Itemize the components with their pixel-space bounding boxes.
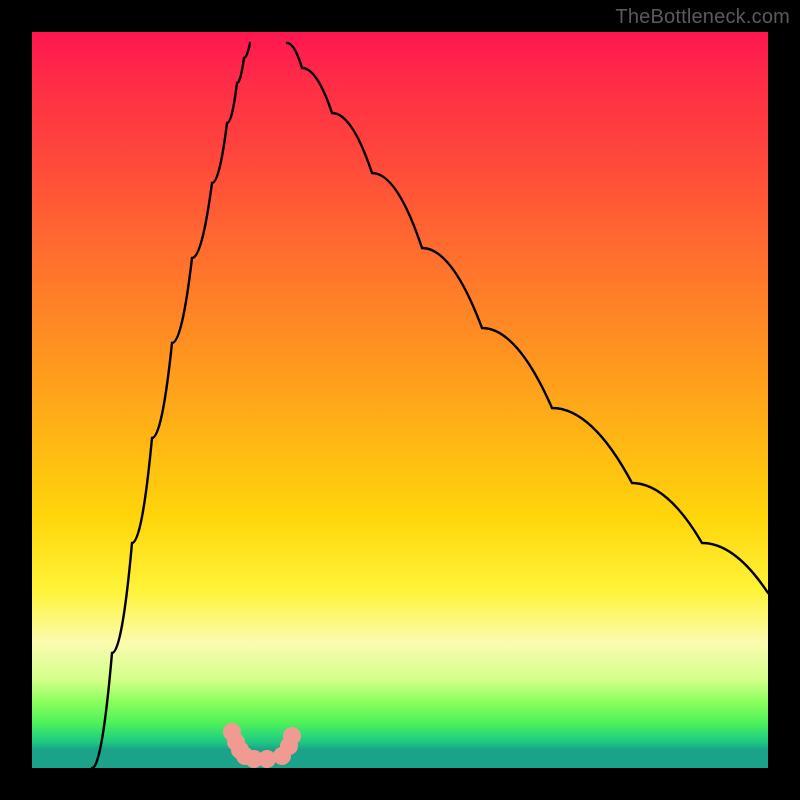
bottom-dot — [258, 750, 276, 768]
left-curve — [92, 43, 250, 768]
bottom-dot-group — [223, 723, 301, 768]
right-curve — [287, 43, 768, 593]
curve-layer — [32, 32, 768, 768]
bottom-dot — [283, 727, 301, 745]
chart-stage: TheBottleneck.com — [0, 0, 800, 800]
plot-area — [32, 32, 768, 768]
watermark-text: TheBottleneck.com — [615, 6, 790, 29]
